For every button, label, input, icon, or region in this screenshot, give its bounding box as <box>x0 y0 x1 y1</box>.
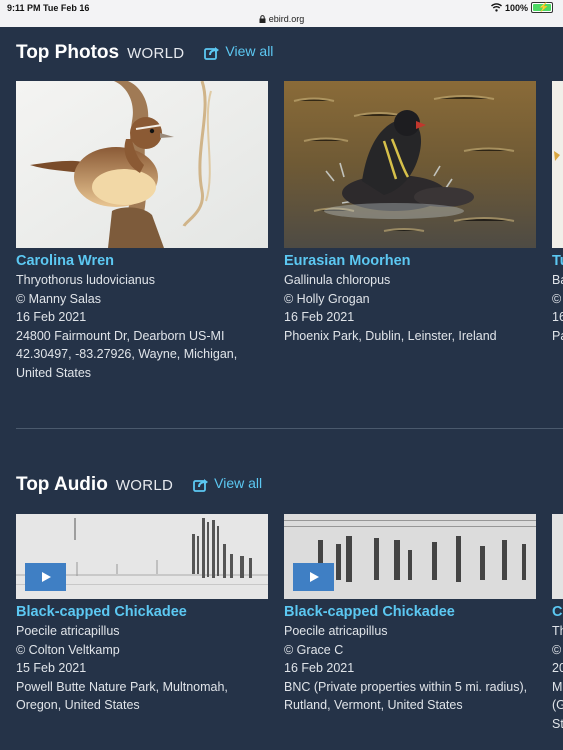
audio-card[interactable]: C Th © 20 M (G St <box>552 514 563 750</box>
scientific-name: Gallinula chloropus <box>284 273 391 287</box>
audio-card-text: C Th © 20 M (G St <box>552 603 563 734</box>
battery-icon: ⚡ <box>531 2 553 13</box>
observation-date: 16 Feb 2021 <box>284 310 355 325</box>
audio-card-text: Black-capped Chickadee Poecile atricapil… <box>16 603 276 715</box>
observation-location: St <box>552 716 563 731</box>
scientific-name: Poecile atricapillus <box>16 624 120 638</box>
observation-location: Powell Butte Nature Park, Multnomah, Ore… <box>16 679 228 713</box>
recording-credit: © Colton Veltkamp <box>16 642 120 657</box>
wifi-icon <box>490 3 502 12</box>
section-divider <box>16 428 563 429</box>
status-bar: 9:11 PM Tue Feb 16 ebird.org 100% ⚡ <box>0 0 563 27</box>
species-name-link[interactable]: Tu <box>552 252 563 271</box>
species-name-link[interactable]: Black-capped Chickadee <box>16 603 276 622</box>
play-button[interactable] <box>25 563 66 591</box>
section-title: Top Photos <box>16 42 120 63</box>
battery-percent: 100% <box>504 2 528 13</box>
status-right: 100% ⚡ <box>490 2 553 13</box>
recording-credit: © <box>552 642 562 657</box>
spectrogram-image[interactable] <box>284 514 536 599</box>
observation-location: 24800 Fairmount Dr, Dearborn US-MI 42.30… <box>16 328 238 380</box>
view-all-label: View all <box>214 475 263 491</box>
photo-partial[interactable] <box>552 81 563 248</box>
play-icon <box>41 572 51 582</box>
address-bar[interactable]: ebird.org <box>0 14 563 24</box>
scientific-name: Th <box>552 624 563 638</box>
status-date: Tue Feb 16 <box>43 3 90 13</box>
photo-card[interactable]: Tu Ba © 16 Pa <box>552 81 563 361</box>
lock-icon <box>259 15 266 23</box>
view-all-photos-link[interactable]: View all <box>204 43 274 60</box>
observation-date: 20 <box>552 661 563 676</box>
share-icon <box>204 47 220 60</box>
photo-credit: © Manny Salas <box>16 291 101 306</box>
species-name-link[interactable]: Eurasian Moorhen <box>284 252 544 271</box>
photo-card-text: Eurasian Moorhen Gallinula chloropus © H… <box>284 252 544 345</box>
photos-header: Top Photos WORLD View all <box>16 42 273 66</box>
observation-date: 16 Feb 2021 <box>284 661 355 676</box>
observation-location: Phoenix Park, Dublin, Leinster, Ireland <box>284 328 497 343</box>
species-name-link[interactable]: Black-capped Chickadee <box>284 603 544 622</box>
observation-location: (G <box>552 698 563 713</box>
species-name-link[interactable]: Carolina Wren <box>16 252 276 271</box>
spectrogram-image[interactable] <box>552 514 563 599</box>
species-name-link[interactable]: C <box>552 603 563 622</box>
observation-date: 16 <box>552 310 563 325</box>
observation-location: BNC (Private properties within 5 mi. rad… <box>284 679 528 713</box>
observation-location: Pa <box>552 328 563 343</box>
region-label: WORLD <box>127 45 185 62</box>
view-all-label: View all <box>225 43 274 59</box>
photo-credit: © Holly Grogan <box>284 291 370 306</box>
photo-eurasian-moorhen[interactable] <box>284 81 536 248</box>
observation-date: 16 Feb 2021 <box>16 310 87 325</box>
region-label: WORLD <box>115 477 174 494</box>
scientific-name: Poecile atricapillus <box>284 624 388 638</box>
photo-credit: © <box>552 291 562 306</box>
url-text: ebird.org <box>268 14 305 24</box>
section-title: Top Audio <box>16 474 108 495</box>
scientific-name: Thryothorus ludovicianus <box>16 273 155 287</box>
photo-carolina-wren[interactable] <box>16 81 268 248</box>
audio-header: Top Audio WORLD View all <box>16 474 262 498</box>
view-all-audio-link[interactable]: View all <box>193 475 263 492</box>
observation-date: 15 Feb 2021 <box>16 661 87 676</box>
spectrogram-image[interactable] <box>16 514 268 599</box>
recording-credit: © Grace C <box>284 642 344 657</box>
scientific-name: Ba <box>552 273 563 287</box>
share-icon <box>193 479 209 492</box>
audio-card-text: Black-capped Chickadee Poecile atricapil… <box>284 603 544 715</box>
photo-card-text: Carolina Wren Thryothorus ludovicianus ©… <box>16 252 276 383</box>
play-icon <box>309 572 319 582</box>
status-time: 9:11 PM <box>7 3 41 13</box>
observation-location: M <box>552 679 563 694</box>
photo-card-text: Tu Ba © 16 Pa <box>552 252 563 345</box>
play-button[interactable] <box>293 563 334 591</box>
